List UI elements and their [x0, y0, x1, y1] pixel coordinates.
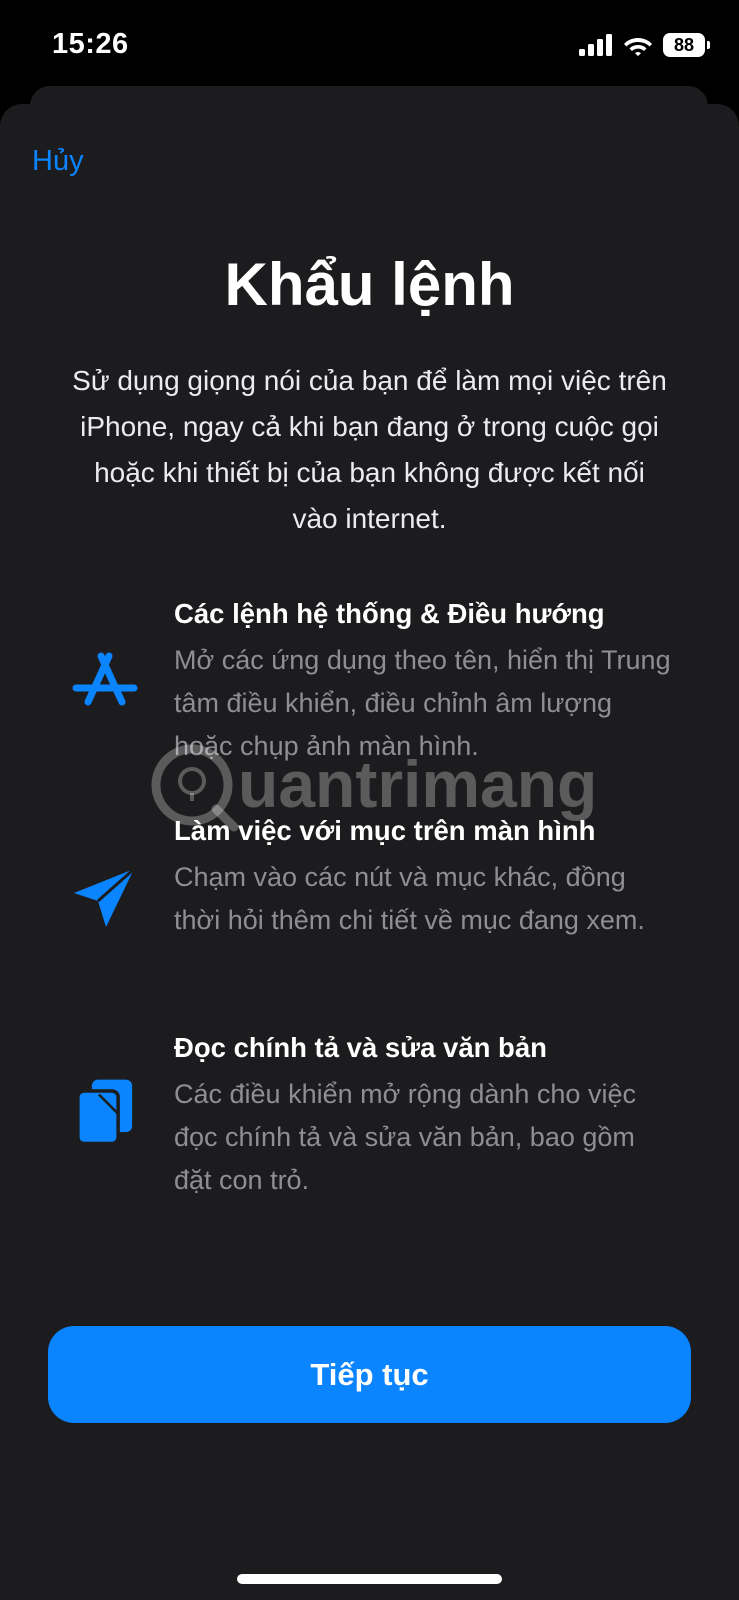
feature-title: Các lệnh hệ thống & Điều hướng [174, 598, 605, 629]
intro-text: Sử dụng giọng nói của bạn để làm mọi việ… [72, 365, 667, 534]
battery-icon: 88 [663, 33, 710, 57]
cancel-button[interactable]: Hủy [32, 145, 84, 178]
feature-title: Làm việc với mục trên màn hình [174, 815, 596, 846]
feature-description: Chạm vào các nút và mục khác, đồng thời … [174, 862, 645, 935]
status-time: 15:26 [52, 28, 129, 60]
feature-description: Các điều khiển mở rộng dành cho việc đọc… [174, 1079, 636, 1195]
wifi-icon [624, 38, 652, 56]
feature-description: Mở các ứng dụng theo tên, hiển thị Trung… [174, 645, 671, 761]
paper-plane-icon [74, 867, 135, 927]
status-icons: 88 [579, 30, 710, 60]
cellular-signal-icon [579, 34, 612, 56]
feature-title: Đọc chính tả và sửa văn bản [174, 1032, 547, 1063]
continue-button[interactable]: Tiếp tục [48, 1326, 691, 1423]
page-title: Khẩu lệnh [224, 251, 515, 318]
app-store-icon [72, 652, 138, 706]
home-indicator[interactable] [237, 1574, 502, 1584]
status-bar: 15:26 88 [0, 0, 739, 90]
documents-icon [76, 1079, 133, 1146]
battery-level: 88 [673, 34, 695, 55]
